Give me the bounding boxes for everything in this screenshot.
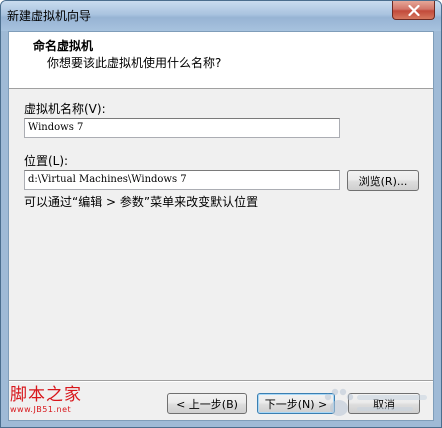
page-subtitle: 你想要该此虚拟机使用什么名称? <box>47 56 222 70</box>
site-watermark: 脚本之家 www.JB51.net <box>10 386 92 420</box>
watermark-site-name: 脚本之家 <box>10 385 82 405</box>
location-input[interactable]: d:\Virtual Machines\Windows 7 <box>24 170 340 190</box>
vm-name-input[interactable]: Windows 7 <box>24 118 340 138</box>
close-button[interactable] <box>392 1 435 20</box>
window-title: 新建虚拟机向导 <box>7 9 92 23</box>
location-label: 位置(L): <box>24 154 69 168</box>
close-icon <box>407 4 420 16</box>
vm-name-label: 虚拟机名称(V): <box>24 102 106 116</box>
browse-button[interactable]: 浏览(R)... <box>347 170 419 191</box>
wizard-window: 新建虚拟机向导 命名虚拟机 你想要该此虚拟机使用什么名称? 虚拟机名称(V): … <box>0 0 442 428</box>
back-button[interactable]: < 上一步(B) <box>167 393 247 414</box>
watermark-site-url: www.JB51.net <box>10 405 72 414</box>
dialog-body: 命名虚拟机 你想要该此虚拟机使用什么名称? 虚拟机名称(V): Windows … <box>8 31 434 421</box>
page-title: 命名虚拟机 <box>33 39 94 53</box>
paw-icon <box>324 388 427 416</box>
wizard-header: 命名虚拟机 你想要该此虚拟机使用什么名称? <box>9 32 433 89</box>
location-hint: 可以通过“编辑 > 参数”菜单来改变默认位置 <box>24 195 259 209</box>
title-bar[interactable]: 新建虚拟机向导 <box>1 1 441 31</box>
